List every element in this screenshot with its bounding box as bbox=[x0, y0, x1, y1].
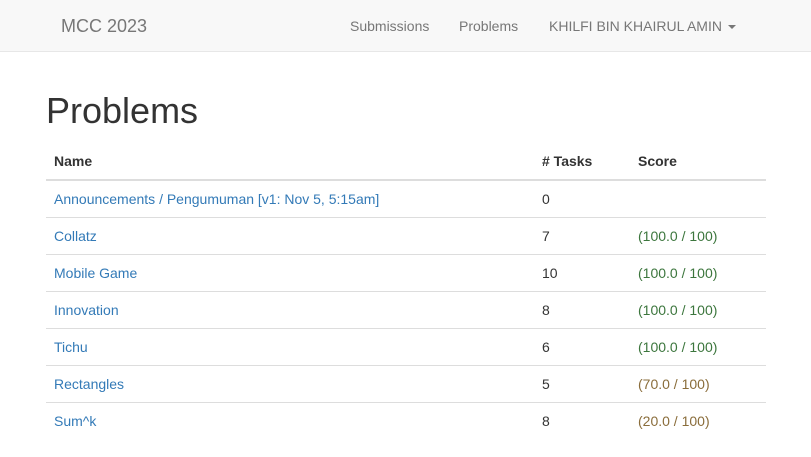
table-header-row: Name # Tasks Score bbox=[46, 142, 766, 181]
problem-link[interactable]: Mobile Game bbox=[54, 265, 137, 281]
table-row: Collatz 7 (100.0 / 100) bbox=[46, 216, 766, 254]
score: (100.0 / 100) bbox=[630, 327, 766, 365]
task-count: 8 bbox=[534, 401, 630, 439]
table-row: Tichu 6 (100.0 / 100) bbox=[46, 327, 766, 365]
problem-link[interactable]: Sum^k bbox=[54, 413, 96, 429]
score bbox=[630, 180, 766, 217]
table-row: Innovation 8 (100.0 / 100) bbox=[46, 290, 766, 328]
user-name: KHILFI BIN KHAIRUL AMIN bbox=[549, 18, 722, 34]
problems-table: Name # Tasks Score Announcements / Pengu… bbox=[46, 142, 766, 439]
task-count: 0 bbox=[542, 190, 550, 207]
problem-link[interactable]: Announcements / Pengumuman [v1: Nov 5, 5… bbox=[54, 191, 379, 207]
table-row: Rectangles 5 (70.0 / 100) bbox=[46, 364, 766, 402]
task-count: 10 bbox=[534, 253, 630, 291]
caret-down-icon bbox=[727, 25, 736, 30]
nav-problems[interactable]: Problems bbox=[459, 17, 518, 35]
top-navbar: MCC 2023 Submissions Problems KHILFI BIN… bbox=[0, 0, 811, 52]
header-tasks: # Tasks bbox=[534, 142, 630, 181]
task-count: 8 bbox=[534, 290, 630, 328]
page-title: Problems bbox=[46, 90, 199, 131]
nav-submissions[interactable]: Submissions bbox=[350, 17, 429, 35]
problem-link[interactable]: Collatz bbox=[54, 228, 97, 244]
problem-link[interactable]: Rectangles bbox=[54, 376, 124, 392]
score: (100.0 / 100) bbox=[630, 290, 766, 328]
header-score: Score bbox=[630, 142, 766, 181]
table-row: Mobile Game 10 (100.0 / 100) bbox=[46, 253, 766, 291]
table-row: Announcements / Pengumuman [v1: Nov 5, 5… bbox=[46, 180, 766, 217]
task-count: 6 bbox=[534, 327, 630, 365]
score: (100.0 / 100) bbox=[630, 253, 766, 291]
user-menu-dropdown[interactable]: KHILFI BIN KHAIRUL AMIN bbox=[549, 17, 736, 35]
score: (100.0 / 100) bbox=[630, 216, 766, 254]
problem-link[interactable]: Innovation bbox=[54, 302, 119, 318]
task-count: 7 bbox=[534, 216, 630, 254]
task-count: 5 bbox=[534, 364, 630, 402]
table-row: Sum^k 8 (20.0 / 100) bbox=[46, 401, 766, 439]
score: (70.0 / 100) bbox=[630, 364, 766, 402]
problem-link[interactable]: Tichu bbox=[54, 339, 88, 355]
header-name: Name bbox=[46, 142, 534, 181]
brand-link[interactable]: MCC 2023 bbox=[61, 15, 147, 37]
score: (20.0 / 100) bbox=[630, 401, 766, 439]
